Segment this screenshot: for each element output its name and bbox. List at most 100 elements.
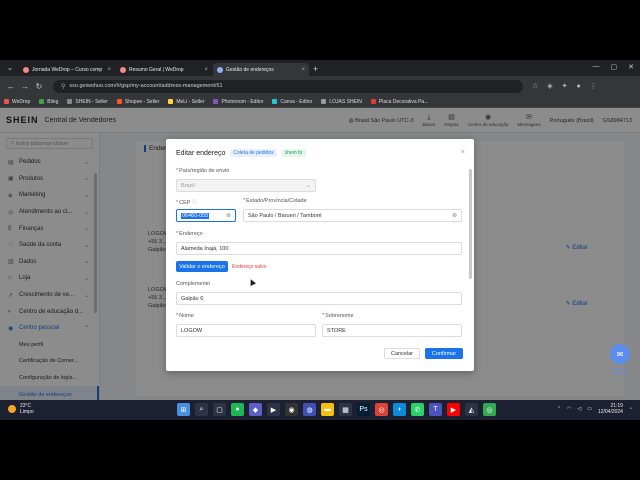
cep-input[interactable]: 06460-055 ⊗ xyxy=(176,209,236,222)
validate-address-button[interactable]: Validar o endereço xyxy=(176,261,228,272)
spotify-icon[interactable]: ● xyxy=(231,403,244,416)
surname-input[interactable]: STORE xyxy=(322,324,462,337)
chevron-down-icon: ⌄ xyxy=(305,183,311,189)
clock[interactable]: 21:19 12/04/2024 xyxy=(598,403,623,415)
bookmark-icon xyxy=(370,99,376,104)
country-label: *País/região de envio xyxy=(176,168,230,174)
tab-title: Jornada WeDrop – Curso comp xyxy=(32,66,103,73)
dialog-scrollbar[interactable] xyxy=(469,169,472,279)
edge-icon[interactable]: ◗ xyxy=(393,403,406,416)
bookmark-star-icon[interactable]: ☆ xyxy=(532,82,538,90)
tab-close-icon[interactable]: × xyxy=(301,67,305,73)
bookmark-item[interactable]: Placa Decorativa Pa... xyxy=(370,99,428,105)
sun-icon xyxy=(8,405,16,413)
browser-toolbar: ← → ↻ ⚲ sso.geiwohuo.com/#/gsp/my-accoun… xyxy=(0,76,640,96)
browser-tabbar: ⌄ Jornada WeDrop – Curso comp × Resumo G… xyxy=(0,60,640,76)
windows-taskbar: 23°C Limpo ⊞ ⌕ ▢ ● ◆ ▶ ◉ ◍ ▬ ▦ Ps ◎ ◗ ✆ T ▶ ◭ ◎ ⌃ ◠ ◁ ▭ 2… xyxy=(0,400,640,420)
taskbar-apps: ⊞ ⌕ ▢ ● ◆ ▶ ◉ ◍ ▬ ▦ Ps ◎ ◗ ✆ T ▶ ◭ ◎ xyxy=(177,403,496,416)
volume-icon[interactable]: ◁ xyxy=(577,406,581,412)
close-icon[interactable]: × xyxy=(461,149,465,156)
menu-dots-icon[interactable]: ⋮ xyxy=(590,82,597,90)
wifi-icon[interactable]: ◠ xyxy=(567,406,571,412)
obs-icon[interactable]: ◉ xyxy=(285,403,298,416)
cep-label: *CEP ⓘ xyxy=(176,200,198,206)
minimize-icon[interactable]: — xyxy=(593,63,600,71)
dialog-title: Editar endereço xyxy=(176,149,226,157)
complement-label: Complemento xyxy=(176,281,211,287)
address-label: *Endereço xyxy=(176,231,203,237)
browser-tab[interactable]: Resumo Geral | WeDrop × xyxy=(116,63,212,76)
bookmark-item[interactable]: LOJAS SHEIN xyxy=(321,99,362,105)
bookmark-item[interactable]: WeDrop xyxy=(4,99,30,105)
photos-icon[interactable]: ◭ xyxy=(465,403,478,416)
cancel-button[interactable]: Cancelar xyxy=(384,348,420,359)
media-icon[interactable]: ▶ xyxy=(267,403,280,416)
bookmark-item[interactable]: Photoroom - Editor xyxy=(213,99,263,105)
surname-label: *Sobrenome xyxy=(322,313,354,319)
clear-icon[interactable]: ⊗ xyxy=(452,212,457,219)
bookmark-item[interactable]: Bling xyxy=(39,99,58,105)
chrome-icon[interactable]: ◎ xyxy=(375,403,388,416)
clear-icon[interactable]: ⊗ xyxy=(226,212,231,219)
tab-favicon-icon xyxy=(23,66,29,73)
notification-icon[interactable]: ◔ xyxy=(629,406,632,412)
address-input[interactable]: Alameda Inajá, 100 xyxy=(176,242,462,255)
youtube-icon[interactable]: ▶ xyxy=(447,403,460,416)
task-view-icon[interactable]: ▢ xyxy=(213,403,226,416)
chrome-alt-icon[interactable]: ◎ xyxy=(483,403,496,416)
tab-title: Gestão de endereços xyxy=(226,66,274,73)
tab-favicon-icon xyxy=(217,66,223,73)
whatsapp-icon[interactable]: ✆ xyxy=(411,403,424,416)
new-tab-icon[interactable]: + xyxy=(313,64,318,74)
search-icon[interactable]: ⌕ xyxy=(195,403,208,416)
windows-icon[interactable]: ⊞ xyxy=(177,403,190,416)
country-select[interactable]: Brazil ⌄ xyxy=(176,179,316,192)
browser-tab[interactable]: Jornada WeDrop – Curso comp × xyxy=(19,63,115,76)
tray-chevron-icon[interactable]: ⌃ xyxy=(557,406,561,412)
state-city-select[interactable]: São Paulo / Barueri / Tamboré ⊗ xyxy=(243,209,462,222)
folder-icon[interactable]: ▬ xyxy=(321,403,334,416)
tag-pickup: Coleta de pedidos xyxy=(230,149,277,157)
seller-support-icon[interactable]: ✉ xyxy=(610,344,630,364)
bookmark-item[interactable]: Shopee - Seller xyxy=(116,99,159,105)
name-label: *Nome xyxy=(176,313,194,319)
state-label: *Estado/Província/Cidade xyxy=(243,198,307,204)
site-info-icon[interactable]: ⚲ xyxy=(61,83,65,90)
name-input[interactable]: LOGOW xyxy=(176,324,316,337)
url-text: sso.geiwohuo.com/#/gsp/my-account/addres… xyxy=(69,83,223,89)
weather-condition: Limpo xyxy=(20,409,34,415)
system-tray: ⌃ ◠ ◁ ▭ 21:19 12/04/2024 ◔ xyxy=(557,403,632,415)
weather-widget[interactable]: 23°C Limpo xyxy=(8,403,34,415)
bookmark-icon xyxy=(213,99,219,104)
tab-search-icon[interactable]: ⌄ xyxy=(4,62,16,74)
screen: ⌄ Jornada WeDrop – Curso comp × Resumo G… xyxy=(0,60,640,420)
extensions-puzzle-icon[interactable]: ✦ xyxy=(562,82,568,90)
teams-icon[interactable]: T xyxy=(429,403,442,416)
bookmark-icon xyxy=(116,99,122,104)
forward-icon[interactable]: → xyxy=(19,82,31,91)
info-icon: ⓘ xyxy=(191,200,198,206)
edit-address-dialog: Editar endereço Coleta de pedidos shein … xyxy=(166,139,474,371)
store-icon[interactable]: ▦ xyxy=(339,403,352,416)
vpn-icon[interactable]: ◍ xyxy=(303,403,316,416)
bookmark-icon xyxy=(272,99,278,104)
battery-icon[interactable]: ▭ xyxy=(587,406,592,412)
profile-icon[interactable]: ● xyxy=(577,83,581,90)
tab-close-icon[interactable]: × xyxy=(204,67,208,73)
bookmark-item[interactable]: SHEIN - Seller xyxy=(67,99,108,105)
photoshop-icon[interactable]: Ps xyxy=(357,403,370,416)
bookmarks-bar: WeDrop Bling SHEIN - Seller Shopee - Sel… xyxy=(0,96,640,108)
back-icon[interactable]: ← xyxy=(5,82,17,91)
address-bar[interactable]: ⚲ sso.geiwohuo.com/#/gsp/my-account/addr… xyxy=(53,79,523,93)
chat-icon[interactable]: ◆ xyxy=(249,403,262,416)
close-window-icon[interactable]: ✕ xyxy=(628,63,634,71)
complement-input[interactable]: Galpão 6 xyxy=(176,292,462,305)
tab-close-icon[interactable]: × xyxy=(107,67,111,73)
bookmark-item[interactable]: MeLi - Seller xyxy=(168,99,204,105)
maximize-icon[interactable]: ▢ xyxy=(611,63,618,71)
browser-tab-active[interactable]: Gestão de endereços × xyxy=(213,63,309,76)
extension-icon[interactable]: ◈ xyxy=(547,82,552,90)
confirm-button[interactable]: Confirmar xyxy=(425,348,463,359)
reload-icon[interactable]: ↻ xyxy=(33,82,45,91)
bookmark-item[interactable]: Canva - Editor xyxy=(272,99,312,105)
